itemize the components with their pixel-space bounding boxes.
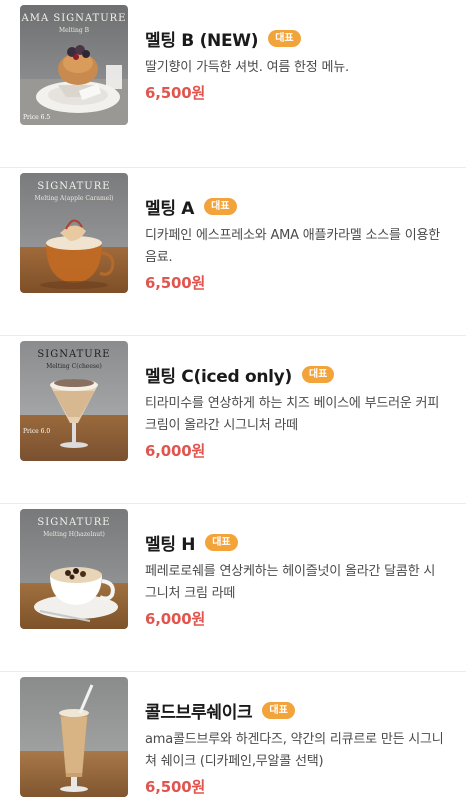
menu-photo: SIGNATURE Melting A(apple Caramel) [20,173,128,293]
menu-name: 멜팅 C(iced only) [145,366,292,387]
menu-name: 멜팅 B (NEW) [145,30,259,51]
menu-price: 6,500원 [145,84,206,102]
dessert-illustration [36,45,122,113]
menu-info: 콜드브루쉐이크 대표 ama콜드브루와 하겐다즈, 약간의 리큐르로 만든 시그… [145,677,445,797]
menu-list: AMA SIGNATURE Melting B Price 6.5 멜팅 B (… [0,0,466,804]
price-mark: Price 6.0 [23,428,51,435]
menu-item-melting-b[interactable]: AMA SIGNATURE Melting B Price 6.5 멜팅 B (… [0,0,466,168]
menu-description: 디카페인 에스프레소와 AMA 애플카라멜 소스를 이용한 음료. [145,228,441,265]
menu-info: 멜팅 B (NEW) 대표 딸기향이 가득한 셔벗. 여름 한정 메뉴. 6,5… [145,5,445,103]
menu-item-melting-c[interactable]: SIGNATURE Melting C(cheese) Price 6.0 멜팅… [0,336,466,504]
drink-illustration [50,379,98,448]
signature-badge: 대표 [301,365,335,383]
menu-info: 멜팅 H 대표 페레로로쉐를 연상케하는 헤이즐넛이 올라간 달콤한 시그니처 … [145,509,445,629]
menu-item-melting-h[interactable]: SIGNATURE Melting H(hazelnut) 멜팅 H 대표 페레… [0,504,466,672]
drink-illustration [34,567,118,622]
menu-price: 6,000원 [145,610,206,628]
signature-badge: 대표 [268,29,301,47]
menu-item-cold-brew-shake[interactable]: 콜드브루쉐이크 대표 ama콜드브루와 하겐다즈, 약간의 리큐르로 만든 시그… [0,672,466,804]
signature-badge: 대표 [204,197,237,215]
menu-item-melting-a[interactable]: SIGNATURE Melting A(apple Caramel) 멜팅 A … [0,168,466,336]
menu-description: 티라미수를 연상하게 하는 치즈 베이스에 부드러운 커피크림이 올라간 시그니… [145,396,440,433]
menu-description: ama콜드브루와 하겐다즈, 약간의 리큐르로 만든 시그니쳐 쉐이크 (디카페… [145,732,444,769]
menu-description: 딸기향이 가득한 셔벗. 여름 한정 메뉴. [145,60,349,75]
menu-description: 페레로로쉐를 연상케하는 헤이즐넛이 올라간 달콤한 시그니처 크림 라떼 [145,564,436,601]
menu-price: 6,500원 [145,778,206,796]
price-mark: Price 6.5 [23,114,51,121]
signature-badge: 대표 [205,533,238,551]
menu-photo: SIGNATURE Melting H(hazelnut) [20,509,128,629]
menu-photo: AMA SIGNATURE Melting B Price 6.5 [20,5,128,125]
menu-photo [20,677,128,797]
menu-price: 6,000원 [145,442,206,460]
menu-info: 멜팅 C(iced only) 대표 티라미수를 연상하게 하는 치즈 베이스에… [145,341,445,461]
menu-name: 콜드브루쉐이크 [145,702,253,723]
drink-illustration [59,684,94,792]
signature-badge: 대표 [262,701,295,719]
menu-name: 멜팅 H [145,534,196,555]
menu-photo: SIGNATURE Melting C(cheese) Price 6.0 [20,341,128,461]
drink-illustration [40,219,115,289]
menu-price: 6,500원 [145,274,206,292]
menu-name: 멜팅 A [145,198,195,219]
menu-info: 멜팅 A 대표 디카페인 에스프레소와 AMA 애플카라멜 소스를 이용한 음료… [145,173,445,293]
